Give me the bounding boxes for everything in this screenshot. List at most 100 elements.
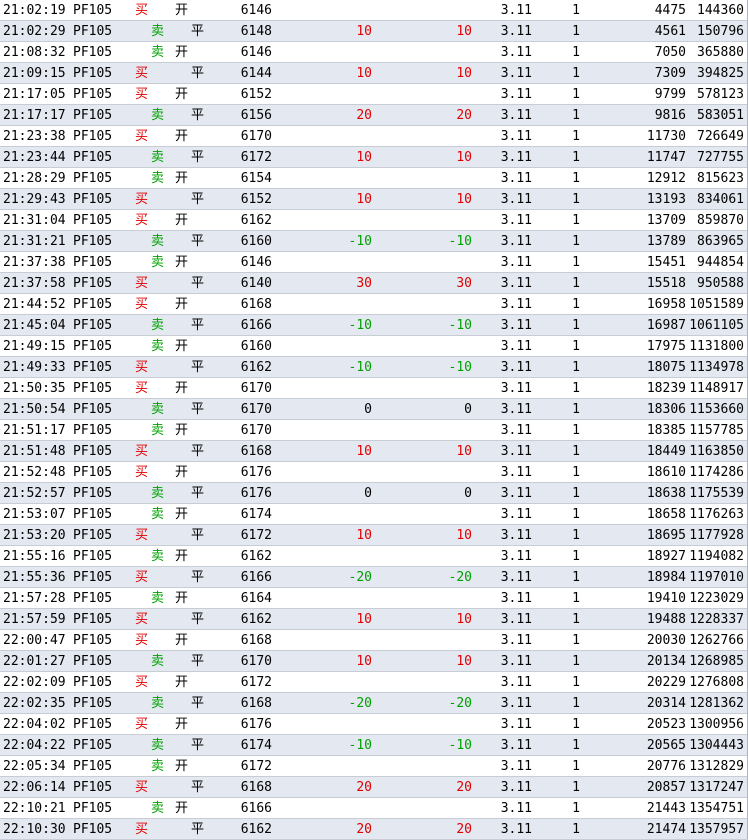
- table-row[interactable]: 21:53:20 PF105 买 平 6172 10 10 3.11 1 18695 1177928: [0, 525, 748, 546]
- table-row[interactable]: 22:05:34 PF105 卖开 6172 3.11 1 20776 1312829: [0, 756, 748, 777]
- fee-value: 3.11: [500, 171, 532, 186]
- cumulative-total: 144360: [697, 3, 744, 18]
- table-row[interactable]: 22:04:02 PF105 买 开 6176 3.11 1 20523 1300956: [0, 714, 748, 735]
- table-row[interactable]: 21:45:04 PF105 卖 平 6166 -10 -10 3.11 1 16987 10611…: [0, 315, 748, 336]
- contract-code: PF105: [73, 465, 113, 480]
- trade-time: 21:02:19: [3, 3, 66, 18]
- trade-direction: 买: [135, 675, 149, 690]
- trade-time: 21:53:20: [3, 528, 66, 543]
- cumulative-points: [400, 210, 472, 231]
- trade-volume: 1: [572, 87, 580, 102]
- contract-code: PF105: [73, 654, 113, 669]
- sequence-count: 9799: [654, 87, 686, 102]
- cumulative-points: [400, 42, 472, 63]
- table-row[interactable]: 22:01:27 PF105 卖 平 6170 10 10 3.11 1 20134 1268985: [0, 651, 748, 672]
- trade-price: 6166: [240, 570, 272, 585]
- cumulative-total: 1262766: [689, 633, 744, 648]
- profit-points: [300, 294, 372, 315]
- cumulative-points: [400, 462, 472, 483]
- cumulative-points: 10: [456, 528, 472, 543]
- table-row[interactable]: 21:31:21 PF105 卖 平 6160 -10 -10 3.11 1 13789 86396…: [0, 231, 748, 252]
- table-row[interactable]: 22:00:47 PF105 买 开 6168 3.11 1 20030 1262766: [0, 630, 748, 651]
- table-row[interactable]: 21:49:33 PF105 买 平 6162 -10 -10 3.11 1 18075 11349…: [0, 357, 748, 378]
- table-row[interactable]: 21:37:38 PF105 卖开 6146 3.11 1 15451 944854: [0, 252, 748, 273]
- table-row[interactable]: 21:50:54 PF105 卖 平 6170 0 0 3.11 1 18306 1153660: [0, 399, 748, 420]
- fee-value: 3.11: [500, 465, 532, 480]
- table-row[interactable]: 21:55:16 PF105 卖开 6162 3.11 1 18927 1194082: [0, 546, 748, 567]
- fee-value: 3.11: [500, 528, 532, 543]
- table-row[interactable]: 21:31:04 PF105 买 开 6162 3.11 1 13709 859870: [0, 210, 748, 231]
- table-row[interactable]: 21:29:43 PF105 买 平 6152 10 10 3.11 1 13193 834061: [0, 189, 748, 210]
- table-row[interactable]: 21:08:32 PF105 卖开 6146 3.11 1 7050 365880: [0, 42, 748, 63]
- sequence-count: 20565: [646, 738, 686, 753]
- cumulative-total: 1357957: [689, 822, 744, 837]
- table-row[interactable]: 21:44:52 PF105 买 开 6168 3.11 1 16958 1051589: [0, 294, 748, 315]
- table-row[interactable]: 21:23:44 PF105 卖 平 6172 10 10 3.11 1 11747 727755: [0, 147, 748, 168]
- table-row[interactable]: 21:52:57 PF105 卖 平 6176 0 0 3.11 1 18638 1175539: [0, 483, 748, 504]
- table-row[interactable]: 21:52:48 PF105 买 开 6176 3.11 1 18610 1174286: [0, 462, 748, 483]
- trade-volume: 1: [572, 591, 580, 606]
- table-row[interactable]: 22:06:14 PF105 买 平 6168 20 20 3.11 1 20857 1317247: [0, 777, 748, 798]
- contract-code: PF105: [73, 234, 113, 249]
- table-row[interactable]: 21:02:29 PF105 卖 平 6148 10 10 3.11 1 4561 150796: [0, 21, 748, 42]
- table-row[interactable]: 21:23:38 PF105 买 开 6170 3.11 1 11730 726649: [0, 126, 748, 147]
- table-row[interactable]: 21:49:15 PF105 卖开 6160 3.11 1 17975 1131800: [0, 336, 748, 357]
- open-close-flag: 开: [175, 507, 189, 522]
- table-row[interactable]: 22:10:30 PF105 买 平 6162 20 20 3.11 1 21474 1357957: [0, 819, 748, 840]
- table-row[interactable]: 21:17:05 PF105 买 开 6152 3.11 1 9799 578123: [0, 84, 748, 105]
- cumulative-total: 815623: [697, 171, 744, 186]
- sequence-count: 19488: [646, 612, 686, 627]
- cumulative-points: [400, 420, 472, 441]
- open-close-flag: 平: [191, 108, 205, 123]
- table-row[interactable]: 21:53:07 PF105 卖开 6174 3.11 1 18658 1176263: [0, 504, 748, 525]
- table-row[interactable]: 22:02:35 PF105 卖 平 6168 -20 -20 3.11 1 20314 12813…: [0, 693, 748, 714]
- fee-value: 3.11: [500, 234, 532, 249]
- trade-volume: 1: [572, 318, 580, 333]
- table-row[interactable]: 21:37:58 PF105 买 平 6140 30 30 3.11 1 15518 950588: [0, 273, 748, 294]
- profit-points: [300, 378, 372, 399]
- trade-price: 6162: [240, 612, 272, 627]
- open-close-flag: 平: [191, 66, 205, 81]
- trade-time: 21:53:07: [3, 507, 66, 522]
- trade-price: 6170: [240, 402, 272, 417]
- open-close-flag: 开: [175, 549, 189, 564]
- table-row[interactable]: 21:51:17 PF105 卖开 6170 3.11 1 18385 1157785: [0, 420, 748, 441]
- trade-time: 22:02:35: [3, 696, 66, 711]
- open-close-flag: 开: [175, 717, 189, 732]
- table-row[interactable]: 21:57:28 PF105 卖开 6164 3.11 1 19410 1223029: [0, 588, 748, 609]
- sequence-count: 13709: [646, 213, 686, 228]
- open-close-flag: 开: [175, 297, 189, 312]
- trade-volume: 1: [572, 549, 580, 564]
- table-row[interactable]: 21:09:15 PF105 买 平 6144 10 10 3.11 1 7309 394825: [0, 63, 748, 84]
- trade-time: 21:37:58: [3, 276, 66, 291]
- trade-volume: 1: [572, 24, 580, 39]
- table-row[interactable]: 21:57:59 PF105 买 平 6162 10 10 3.11 1 19488 1228337: [0, 609, 748, 630]
- table-row[interactable]: 21:28:29 PF105 卖开 6154 3.11 1 12912 815623: [0, 168, 748, 189]
- sequence-count: 20030: [646, 633, 686, 648]
- cumulative-total: 583051: [697, 108, 744, 123]
- table-row[interactable]: 22:10:21 PF105 卖开 6166 3.11 1 21443 1354751: [0, 798, 748, 819]
- table-row[interactable]: 21:51:48 PF105 买 平 6168 10 10 3.11 1 18449 1163850: [0, 441, 748, 462]
- profit-points: -20: [348, 570, 372, 585]
- table-row[interactable]: 22:04:22 PF105 卖 平 6174 -10 -10 3.11 1 20565 13044…: [0, 735, 748, 756]
- trade-direction: 卖: [151, 108, 165, 123]
- trade-direction: 买: [135, 297, 149, 312]
- table-row[interactable]: 21:02:19 PF105 买 开 6146 3.11 1 4475 144360: [0, 0, 748, 21]
- cumulative-total: 1163850: [689, 444, 744, 459]
- table-row[interactable]: 21:17:17 PF105 卖 平 6156 20 20 3.11 1 9816 583051: [0, 105, 748, 126]
- cumulative-total: 365880: [697, 45, 744, 60]
- trade-volume: 1: [572, 528, 580, 543]
- contract-code: PF105: [73, 276, 113, 291]
- cumulative-points: 10: [456, 654, 472, 669]
- trade-direction: 买: [135, 213, 149, 228]
- open-close-flag: 平: [191, 822, 205, 837]
- trade-price: 6168: [240, 297, 272, 312]
- cumulative-total: 1194082: [689, 549, 744, 564]
- trade-direction: 卖: [151, 339, 165, 354]
- table-row[interactable]: 21:55:36 PF105 买 平 6166 -20 -20 3.11 1 18984 11970…: [0, 567, 748, 588]
- profit-points: 10: [356, 612, 372, 627]
- table-row[interactable]: 22:02:09 PF105 买 开 6172 3.11 1 20229 1276808: [0, 672, 748, 693]
- table-row[interactable]: 21:50:35 PF105 买 开 6170 3.11 1 18239 1148917: [0, 378, 748, 399]
- sequence-count: 17975: [646, 339, 686, 354]
- cumulative-total: 1175539: [689, 486, 744, 501]
